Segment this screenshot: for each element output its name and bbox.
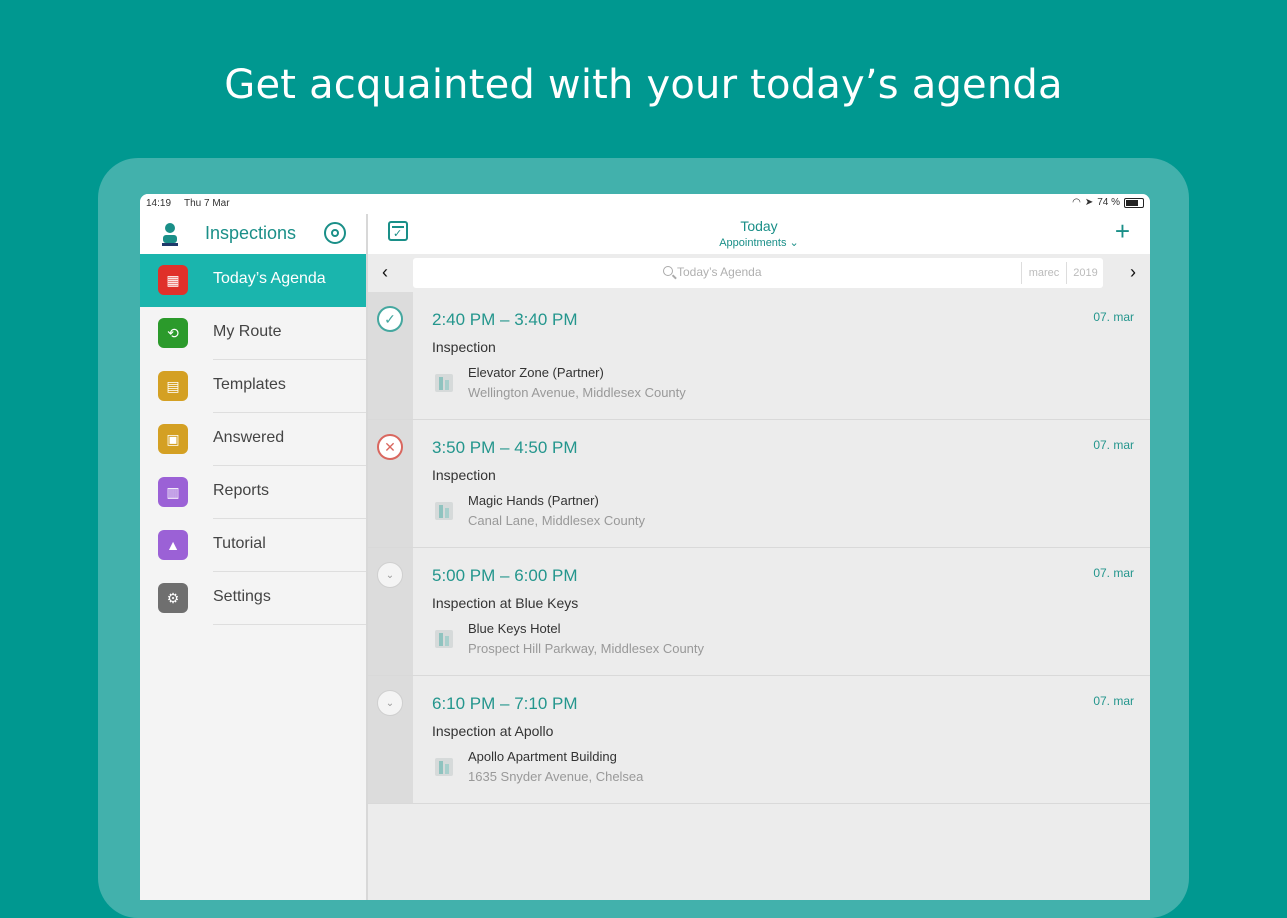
appointment-date: 07. mar xyxy=(1093,310,1134,324)
appointment-location: Blue Keys Hotel xyxy=(468,621,561,636)
check-icon[interactable]: ✓ xyxy=(377,306,403,332)
sidebar-item-answered[interactable]: ▣ Answered xyxy=(140,413,366,466)
appointment-time: 5:00 PM – 6:00 PM xyxy=(432,566,578,585)
search-icon xyxy=(663,266,673,276)
agenda-list: ✓ 2:40 PM – 3:40 PM 07. mar Inspection E… xyxy=(368,292,1150,804)
battery-percent: 74 % xyxy=(1097,197,1120,208)
sidebar-item-label: Answered xyxy=(213,429,285,446)
appointment-time: 6:10 PM – 7:10 PM xyxy=(432,694,578,713)
building-icon xyxy=(435,758,453,776)
building-icon xyxy=(435,630,453,648)
calendar-icon: ▦ xyxy=(158,265,188,295)
status-date: Thu 7 Mar xyxy=(184,198,230,209)
status-time: 14:19 xyxy=(146,198,172,209)
appointment-date: 07. mar xyxy=(1093,438,1134,452)
add-icon[interactable]: + xyxy=(1115,218,1130,244)
chevron-down-icon[interactable]: ⌄ xyxy=(377,690,403,716)
sidebar-item-settings[interactable]: ⚙ Settings xyxy=(140,572,366,625)
appointment-location: Elevator Zone (Partner) xyxy=(468,365,604,380)
battery-icon xyxy=(1124,197,1144,208)
status-indicators: ◠ ➤ 74 % xyxy=(1072,197,1144,208)
appointment-date: 07. mar xyxy=(1093,566,1134,580)
building-icon xyxy=(435,502,453,520)
appointment-type: Inspection xyxy=(432,467,496,483)
top-bar: Today Appointments ⌄ + xyxy=(368,214,1150,254)
month-selector[interactable]: marec xyxy=(1021,262,1066,284)
sidebar-item-templates[interactable]: ▤ Templates xyxy=(140,360,366,413)
view-selector[interactable]: Appointments ⌄ xyxy=(368,236,1150,249)
year-selector[interactable]: 2019 xyxy=(1066,262,1104,284)
appointment-date: 07. mar xyxy=(1093,694,1134,708)
status-bar: 14:19 Thu 7 Mar ◠ ➤ 74 % xyxy=(140,194,1150,214)
chevron-right-icon[interactable]: › xyxy=(1130,262,1136,283)
sidebar-item-label: Templates xyxy=(213,376,286,393)
sidebar-item-my-route[interactable]: ⟲ My Route xyxy=(140,307,366,360)
sidebar: Inspections ▦ Today’s Agenda ⟲ My Route … xyxy=(140,214,368,900)
page-title: Today xyxy=(740,218,778,234)
sidebar-item-tutorial[interactable]: ▲ Tutorial xyxy=(140,519,366,572)
appointment-item[interactable]: ⌄ 6:10 PM – 7:10 PM 07. mar Inspection a… xyxy=(368,676,1150,804)
cross-icon[interactable]: ✕ xyxy=(377,434,403,460)
route-icon: ⟲ xyxy=(158,318,188,348)
gear-icon: ⚙ xyxy=(158,583,188,613)
search-row: ‹ Today’s Agenda marec 2019 › xyxy=(368,254,1150,292)
appointment-item[interactable]: ✓ 2:40 PM – 3:40 PM 07. mar Inspection E… xyxy=(368,292,1150,420)
sidebar-item-reports[interactable]: ▥ Reports xyxy=(140,466,366,519)
divider xyxy=(213,624,366,625)
sync-icon[interactable] xyxy=(324,222,346,244)
sidebar-item-todays-agenda[interactable]: ▦ Today’s Agenda xyxy=(140,254,366,307)
sidebar-item-label: Settings xyxy=(213,588,271,605)
appointment-type: Inspection at Apollo xyxy=(432,723,554,739)
tutorial-icon: ▲ xyxy=(158,530,188,560)
appointment-address: Wellington Avenue, Middlesex County xyxy=(468,385,686,400)
sidebar-item-label: Tutorial xyxy=(213,535,266,552)
app-screen: 14:19 Thu 7 Mar ◠ ➤ 74 % Inspections ▦ T… xyxy=(140,194,1150,900)
search-placeholder: Today’s Agenda xyxy=(677,265,762,279)
page-headline: Get acquainted with your today’s agenda xyxy=(224,62,1063,108)
appointment-location: Magic Hands (Partner) xyxy=(468,493,599,508)
appointment-location: Apollo Apartment Building xyxy=(468,749,617,764)
appointment-address: 1635 Snyder Avenue, Chelsea xyxy=(468,769,644,784)
appointment-type: Inspection xyxy=(432,339,496,355)
sidebar-item-label: My Route xyxy=(213,323,282,340)
sidebar-header: Inspections xyxy=(140,214,366,254)
chevron-left-icon[interactable]: ‹ xyxy=(382,262,388,283)
app-title: Inspections xyxy=(205,223,297,243)
appointment-address: Prospect Hill Parkway, Middlesex County xyxy=(468,641,705,656)
appointment-item[interactable]: ⌄ 5:00 PM – 6:00 PM 07. mar Inspection a… xyxy=(368,548,1150,676)
sidebar-item-label: Reports xyxy=(213,482,270,499)
chevron-down-icon[interactable]: ⌄ xyxy=(377,562,403,588)
appointment-address: Canal Lane, Middlesex County xyxy=(468,513,646,528)
templates-icon: ▤ xyxy=(158,371,188,401)
search-input[interactable]: Today’s Agenda marec 2019 xyxy=(413,258,1103,288)
answered-icon: ▣ xyxy=(158,424,188,454)
appointment-time: 3:50 PM – 4:50 PM xyxy=(432,438,578,457)
building-icon xyxy=(435,374,453,392)
location-icon: ➤ xyxy=(1084,197,1094,208)
appointment-type: Inspection at Blue Keys xyxy=(432,595,579,611)
reports-icon: ▥ xyxy=(158,477,188,507)
sidebar-item-label: Today’s Agenda xyxy=(213,270,326,287)
appointment-time: 2:40 PM – 3:40 PM xyxy=(432,310,578,329)
wifi-icon: ◠ xyxy=(1072,197,1081,208)
inspector-avatar-icon[interactable] xyxy=(160,222,180,246)
appointment-item[interactable]: ✕ 3:50 PM – 4:50 PM 07. mar Inspection M… xyxy=(368,420,1150,548)
